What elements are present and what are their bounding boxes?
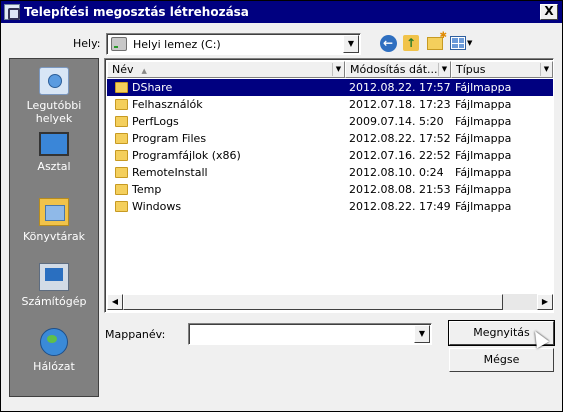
view-menu-arrow-icon[interactable]: ▼ [467, 39, 472, 47]
back-arrow-icon: ← [379, 34, 397, 52]
look-in-value: Helyi lemez (C:) [133, 37, 221, 51]
file-type: Fájlmappa [455, 149, 512, 162]
file-name: PerfLogs [132, 115, 179, 128]
file-type: Fájlmappa [455, 115, 512, 128]
chevron-down-icon[interactable]: ▼ [540, 63, 552, 76]
file-date: 2012.08.22. 17:57 [349, 81, 451, 94]
file-type: Fájlmappa [455, 166, 512, 179]
column-header-type[interactable]: Típus ▼ [451, 61, 553, 78]
folder-icon [115, 201, 128, 212]
window-title: Telepítési megosztás létrehozása [24, 5, 249, 19]
file-row[interactable]: Programfájlok (x86) 2012.07.16. 22:52 Fá… [107, 147, 553, 164]
place-computer[interactable]: Számítógép [10, 263, 98, 308]
file-name: DShare [132, 81, 173, 94]
file-date: 2012.08.10. 0:24 [349, 166, 444, 179]
back-button[interactable]: ← [378, 33, 398, 53]
up-folder-icon: ↑ [403, 35, 419, 51]
folder-icon [115, 150, 128, 161]
sort-ascending-icon: ▲ [141, 67, 147, 75]
file-type: Fájlmappa [455, 132, 512, 145]
file-date: 2012.08.22. 17:49 [349, 200, 451, 213]
folder-name-input[interactable]: ▼ [188, 323, 432, 345]
new-folder-icon [427, 31, 447, 50]
new-folder-button[interactable] [425, 31, 447, 53]
hard-drive-icon [111, 37, 127, 51]
look-in-dropdown[interactable]: Helyi lemez (C:) ▼ [106, 33, 361, 55]
scroll-right-icon[interactable]: ▶ [537, 294, 553, 310]
folder-icon [115, 184, 128, 195]
column-headers: Név ▲ ▼ Módosítás dát... ▼ Típus ▼ [107, 61, 553, 78]
file-date: 2012.08.22. 17:52 [349, 132, 451, 145]
column-type-label: Típus [456, 63, 486, 76]
file-type: Fájlmappa [455, 200, 512, 213]
file-name: Program Files [132, 132, 207, 145]
file-name: RemoteInstall [132, 166, 208, 179]
up-folder-button[interactable]: ↑ [401, 33, 421, 53]
file-row[interactable]: Program Files 2012.08.22. 17:52 Fájlmapp… [107, 130, 553, 147]
place-label: Hálózat [33, 360, 75, 373]
view-menu-icon [450, 36, 466, 50]
place-label: Asztal [37, 160, 71, 173]
chevron-down-icon[interactable]: ▼ [438, 63, 450, 76]
place-libraries[interactable]: Könyvtárak [10, 198, 98, 243]
cancel-button[interactable]: Mégse [449, 348, 554, 372]
folder-name-label: Mappanév: [105, 328, 166, 341]
file-date: 2009.07.14. 5:20 [349, 115, 444, 128]
file-date: 2012.07.16. 22:52 [349, 149, 451, 162]
folder-icon [115, 167, 128, 178]
folder-icon [115, 116, 128, 127]
computer-icon [39, 263, 69, 291]
chevron-down-icon[interactable]: ▼ [332, 63, 344, 76]
file-list[interactable]: Név ▲ ▼ Módosítás dát... ▼ Típus ▼ DShare… [104, 58, 554, 313]
view-menu-button[interactable] [448, 33, 468, 53]
look-in-label: Hely: [73, 37, 101, 50]
column-name-label: Név [112, 63, 134, 76]
file-type: Fájlmappa [455, 98, 512, 111]
desktop-icon [39, 132, 69, 156]
file-row[interactable]: Felhasználók 2012.07.18. 17:23 Fájlmappa [107, 96, 553, 113]
file-type: Fájlmappa [455, 183, 512, 196]
file-date: 2012.08.08. 21:53 [349, 183, 451, 196]
horizontal-scrollbar[interactable]: ◀ ▶ [107, 294, 553, 310]
column-header-date[interactable]: Módosítás dát... ▼ [345, 61, 451, 78]
file-row[interactable]: DShare 2012.08.22. 17:57 Fájlmappa [107, 79, 553, 96]
scroll-left-icon[interactable]: ◀ [107, 294, 123, 310]
place-label: Könyvtárak [22, 230, 86, 243]
file-type: Fájlmappa [455, 81, 512, 94]
network-icon [40, 328, 68, 356]
place-label: Számítógép [21, 295, 87, 308]
folder-icon [115, 99, 128, 110]
file-row[interactable]: Temp 2012.08.08. 21:53 Fájlmappa [107, 181, 553, 198]
file-name: Programfájlok (x86) [132, 149, 241, 162]
app-icon [4, 4, 20, 20]
file-name: Temp [132, 183, 162, 196]
place-network[interactable]: Hálózat [10, 328, 98, 373]
file-name: Felhasználók [132, 98, 203, 111]
libraries-icon [39, 198, 69, 226]
scroll-thumb[interactable] [123, 294, 503, 310]
place-label: Legutóbbi helyek [26, 99, 82, 125]
recent-places-icon [39, 67, 69, 95]
folder-icon [115, 133, 128, 144]
file-rows: DShare 2012.08.22. 17:57 Fájlmappa Felha… [107, 79, 553, 215]
file-row[interactable]: PerfLogs 2009.07.14. 5:20 Fájlmappa [107, 113, 553, 130]
file-name: Windows [132, 200, 182, 213]
title-bar[interactable]: Telepítési megosztás létrehozása X [1, 1, 562, 23]
places-bar: Legutóbbi helyek Asztal Könyvtárak Számí… [9, 58, 99, 397]
chevron-down-icon[interactable]: ▼ [343, 35, 359, 53]
column-date-label: Módosítás dát... [350, 63, 438, 76]
place-desktop[interactable]: Asztal [10, 132, 98, 173]
place-recent[interactable]: Legutóbbi helyek [10, 67, 98, 125]
column-header-name[interactable]: Név ▲ ▼ [107, 61, 345, 78]
folder-icon [115, 82, 128, 93]
file-row[interactable]: RemoteInstall 2012.08.10. 0:24 Fájlmappa [107, 164, 553, 181]
close-button[interactable]: X [540, 4, 558, 20]
chevron-down-icon[interactable]: ▼ [414, 325, 430, 343]
file-date: 2012.07.18. 17:23 [349, 98, 451, 111]
open-folder-dialog: Telepítési megosztás létrehozása X Hely:… [0, 0, 563, 412]
file-row[interactable]: Windows 2012.08.22. 17:49 Fájlmappa [107, 198, 553, 215]
